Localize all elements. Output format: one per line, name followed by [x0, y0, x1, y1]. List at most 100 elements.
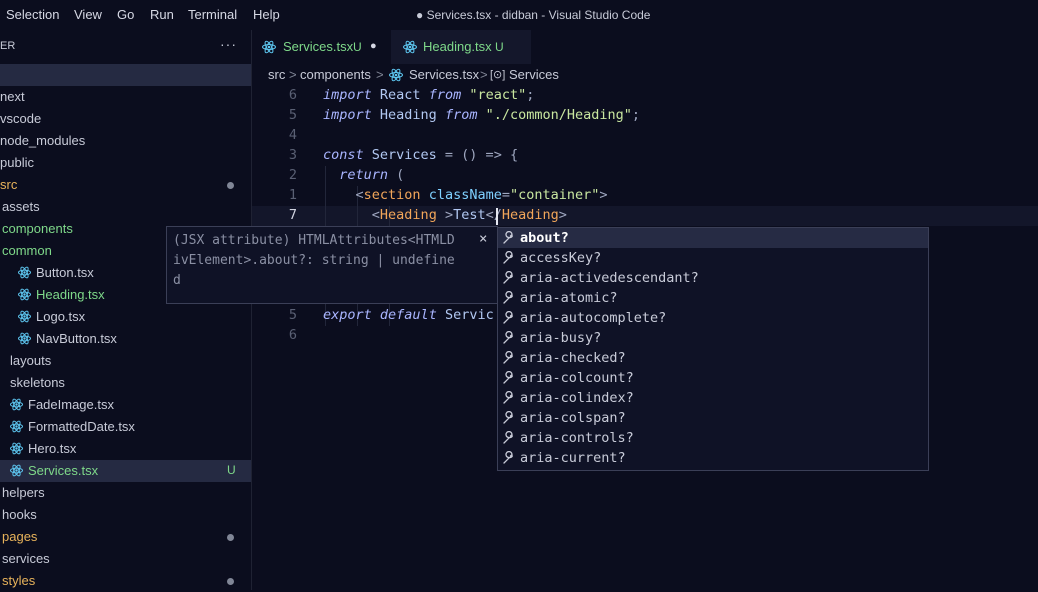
wrench-icon — [503, 351, 514, 364]
react-icon — [10, 464, 23, 477]
line-number: 6 — [288, 87, 297, 103]
git-status-badge: U — [227, 463, 236, 477]
suggestion-item[interactable]: aria-atomic? — [498, 288, 928, 308]
tree-item-label: Hero.tsx — [28, 441, 77, 456]
tree-item-label: public — [0, 155, 34, 170]
tree-item-label: assets — [2, 199, 40, 214]
folder-item[interactable]: styles — [0, 570, 251, 592]
suggestion-item[interactable]: aria-colindex? — [498, 388, 928, 408]
suggestion-item[interactable]: aria-colcount? — [498, 368, 928, 388]
wrench-icon — [503, 231, 514, 244]
suggestion-item[interactable]: about? — [498, 228, 928, 248]
tab-label: Services.tsx — [283, 39, 354, 54]
breadcrumb-symbol[interactable]: Services — [509, 67, 559, 82]
menu-run[interactable]: Run — [150, 7, 174, 22]
suggestion-label: aria-busy? — [520, 330, 602, 346]
folder-item[interactable]: hooks — [0, 504, 251, 526]
breadcrumb-separator: > — [289, 67, 297, 82]
modified-dot-icon — [227, 182, 234, 189]
close-icon[interactable]: × — [479, 231, 487, 247]
folder-item[interactable]: skeletons — [0, 372, 251, 394]
folder-item[interactable]: services — [0, 548, 251, 570]
text-cursor — [496, 208, 498, 225]
breadcrumb-file[interactable]: Services.tsx — [409, 67, 479, 82]
tab-services[interactable]: Services.tsx U ● — [252, 30, 391, 64]
modified-dot-icon — [227, 534, 234, 541]
line-number: 1 — [288, 187, 297, 203]
file-item[interactable]: Logo.tsx — [0, 306, 251, 328]
wrench-icon — [503, 271, 514, 284]
menu-terminal[interactable]: Terminal — [188, 7, 237, 22]
react-icon — [18, 332, 31, 345]
folder-item[interactable] — [0, 64, 251, 86]
menu-view[interactable]: View — [74, 7, 102, 22]
tab-heading[interactable]: Heading.tsx U — [391, 30, 531, 64]
file-item[interactable]: Hero.tsx — [0, 438, 251, 460]
file-item[interactable]: FadeImage.tsx — [0, 394, 251, 416]
folder-item[interactable]: public — [0, 152, 251, 174]
breadcrumb-src[interactable]: src — [268, 67, 285, 82]
symbol-icon: [⊙] — [490, 69, 506, 81]
suggestion-item[interactable]: aria-autocomplete? — [498, 308, 928, 328]
wrench-icon — [503, 291, 514, 304]
suggestion-item[interactable]: aria-checked? — [498, 348, 928, 368]
suggestion-item[interactable]: aria-current? — [498, 448, 928, 468]
tree-item-label: NavButton.tsx — [36, 331, 117, 346]
tree-item-label: pages — [2, 529, 38, 544]
react-icon — [18, 288, 31, 301]
tree-item-label: src — [0, 177, 18, 192]
tree-item-label: next — [0, 89, 25, 104]
code-line: export default Servic — [323, 307, 494, 323]
folder-item[interactable]: assets — [0, 196, 251, 218]
suggestion-label: aria-colspan? — [520, 410, 626, 426]
tree-item-label: hooks — [2, 507, 37, 522]
suggestion-label: accessKey? — [520, 250, 602, 266]
file-item[interactable]: NavButton.tsx — [0, 328, 251, 350]
menu-help[interactable]: Help — [253, 7, 280, 22]
explorer-title: ER — [0, 40, 16, 52]
file-item[interactable]: Services.tsx U — [0, 460, 251, 482]
code-line: const Services = () => { — [323, 147, 519, 163]
suggestion-item[interactable]: aria-colspan? — [498, 408, 928, 428]
suggestion-label: aria-controls? — [520, 430, 634, 446]
react-icon — [10, 420, 23, 433]
folder-item[interactable]: next — [0, 86, 251, 108]
folder-item[interactable]: node_modules — [0, 130, 251, 152]
folder-item[interactable]: layouts — [0, 350, 251, 372]
tree-item-label: skeletons — [10, 375, 65, 390]
wrench-icon — [503, 251, 514, 264]
editor-tabs: Services.tsx U ● Heading.tsx U — [252, 30, 1038, 64]
suggestion-item[interactable]: aria-activedescendant? — [498, 268, 928, 288]
wrench-icon — [503, 331, 514, 344]
tree-item-label: components — [2, 221, 73, 236]
suggest-widget: about? accessKey? aria-activedescendant? ar… — [497, 227, 929, 471]
wrench-icon — [503, 371, 514, 384]
tree-item-label: helpers — [2, 485, 45, 500]
breadcrumb: src > components > Services.tsx > [⊙] Se… — [252, 64, 1038, 86]
code-line: import Heading from "./common/Heading"; — [323, 107, 641, 123]
suggestion-label: aria-activedescendant? — [520, 270, 699, 286]
react-icon — [10, 442, 23, 455]
menu-selection[interactable]: Selection — [6, 7, 59, 22]
line-number: 7 — [288, 207, 297, 223]
folder-item[interactable]: vscode — [0, 108, 251, 130]
menu-bar: Selection View Go Run Terminal Help ● Se… — [0, 0, 1038, 30]
tree-item-label: Services.tsx — [28, 463, 99, 478]
suggestion-item[interactable]: aria-busy? — [498, 328, 928, 348]
modified-dot-icon[interactable]: ● — [370, 40, 377, 52]
menu-go[interactable]: Go — [117, 7, 134, 22]
react-icon — [18, 266, 31, 279]
hover-line: d — [173, 273, 181, 288]
folder-item[interactable]: helpers — [0, 482, 251, 504]
wrench-icon — [503, 311, 514, 324]
folder-item[interactable]: src — [0, 174, 251, 196]
suggestion-item[interactable]: accessKey? — [498, 248, 928, 268]
react-icon — [18, 310, 31, 323]
more-actions-button[interactable]: ··· — [220, 36, 237, 52]
file-item[interactable]: FormattedDate.tsx — [0, 416, 251, 438]
tree-item-label: node_modules — [0, 133, 86, 148]
breadcrumb-components[interactable]: components — [300, 67, 371, 82]
folder-item[interactable]: pages — [0, 526, 251, 548]
suggestion-item[interactable]: aria-controls? — [498, 428, 928, 448]
tree-item-label: FormattedDate.tsx — [28, 419, 135, 434]
